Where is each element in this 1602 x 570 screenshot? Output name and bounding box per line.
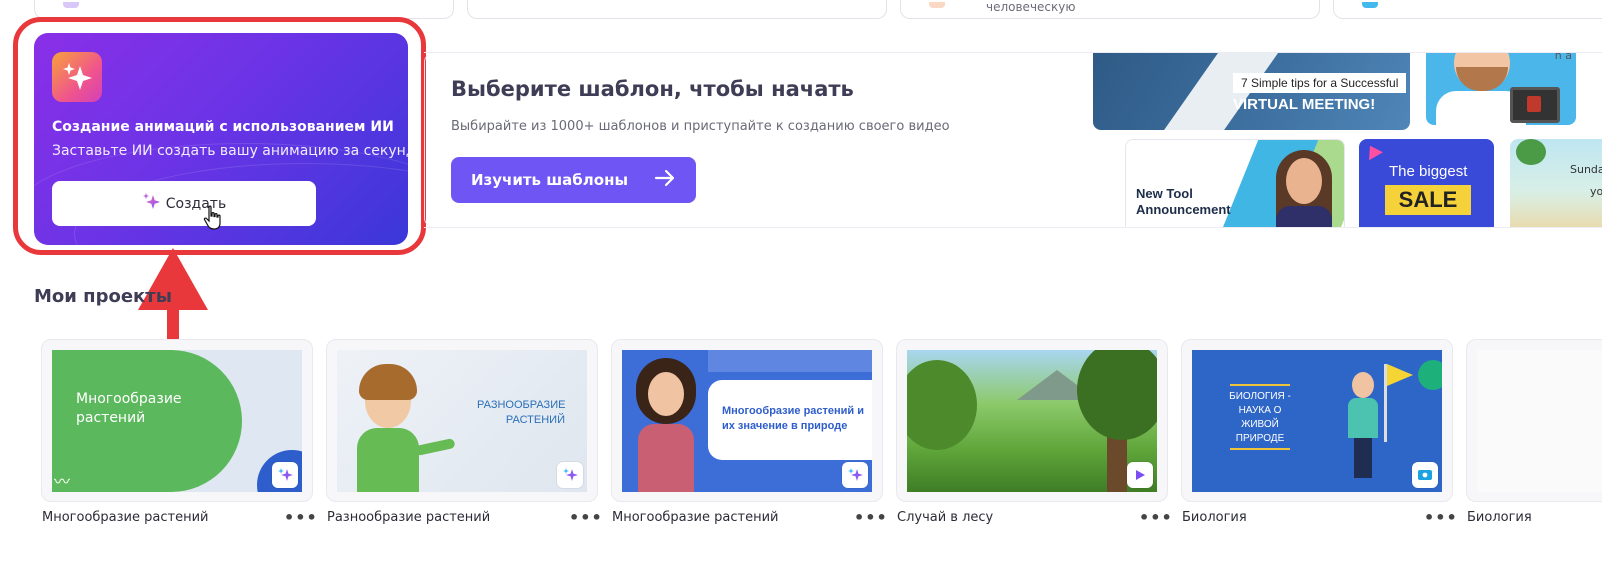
character-shirt	[357, 428, 419, 492]
thumb-text-line: yo	[1590, 185, 1602, 198]
character-face	[1286, 158, 1322, 204]
thumb-text: New Tool Announcement	[1136, 186, 1231, 217]
project-thumbnail: Многообразие растений и их значение в пр…	[622, 350, 872, 492]
template-card-top-4[interactable]	[1333, 0, 1602, 19]
thumb-text: БИОЛОГИЯ - НАУКА О ЖИВОЙ ПРИРОДЕ	[1229, 391, 1291, 444]
project-card[interactable]	[896, 339, 1168, 502]
ai-sparkle-icon	[272, 462, 298, 488]
template-thumb-sunday[interactable]: Sunda yo	[1510, 139, 1602, 227]
thumb-text: Многообразие растений и их значение в пр…	[722, 405, 865, 432]
thumb-text-line: Sunda	[1570, 163, 1602, 176]
ai-sparkle-icon	[557, 462, 583, 488]
template-thumb-sale[interactable]: The biggest SALE	[1359, 139, 1494, 227]
card-chip	[929, 2, 945, 8]
thumb-text: Многообразие растений	[76, 391, 182, 426]
character-body	[1276, 206, 1332, 227]
thumb-line	[1230, 384, 1290, 386]
templates-subtitle: Выбирайте из 1000+ шаблонов и приступайт…	[451, 119, 950, 134]
more-options-button[interactable]: •••	[854, 508, 888, 527]
project-card[interactable]: БИОЛОГИЯ - НАУКА О ЖИВОЙ ПРИРОДЕ	[1181, 339, 1453, 502]
character-beard	[1456, 67, 1508, 91]
thumb-text: Sunda yo	[1570, 159, 1602, 203]
ai-card-title: Создание анимаций с использованием ИИ	[52, 119, 394, 135]
templates-banner: Выберите шаблон, чтобы начать Выбирайте …	[424, 52, 1602, 228]
project-card[interactable]	[1466, 339, 1602, 502]
character-shirt	[1348, 398, 1378, 438]
thumb-text: n a	[1554, 53, 1572, 62]
sparkles-icon	[142, 192, 160, 215]
template-card-top-3[interactable]: человеческую	[900, 0, 1320, 19]
project-thumbnail: Многообразие растений 〰	[52, 350, 302, 492]
character-jacket	[638, 424, 694, 492]
more-options-button[interactable]: •••	[284, 508, 318, 527]
thumb-title: SALE	[1385, 185, 1471, 215]
project-name: Биология	[1182, 510, 1247, 525]
thumb-shape	[1418, 360, 1442, 390]
template-thumb-presenter[interactable]: n a	[1426, 53, 1576, 125]
template-card-top-1[interactable]	[34, 0, 454, 19]
project-name: Многообразие растений	[612, 510, 779, 525]
thumb-line	[1230, 448, 1290, 450]
create-button[interactable]: Создать	[52, 181, 316, 226]
template-thumb-announcement[interactable]: New Tool Announcement	[1125, 139, 1345, 227]
thumb-text: РАЗНООБРАЗИЕ РАСТЕНИЙ	[477, 399, 566, 426]
more-options-button[interactable]: •••	[1424, 508, 1458, 527]
project-name: Разнообразие растений	[327, 510, 491, 525]
thumb-title: VIRTUAL MEETING!	[1233, 96, 1376, 113]
flag-icon	[1387, 364, 1413, 386]
thumb-band	[708, 350, 872, 372]
ai-card-subtitle: Заставьте ИИ создать вашу анимацию за се…	[52, 143, 408, 159]
more-options-button[interactable]: •••	[1139, 508, 1173, 527]
ai-sparkle-icon	[842, 462, 868, 488]
project-name: Многообразие растений	[42, 510, 209, 525]
explore-templates-label: Изучить шаблоны	[471, 171, 629, 189]
sparkles-icon	[52, 52, 102, 102]
video-icon	[1127, 462, 1153, 488]
arrow-right-icon	[654, 169, 676, 191]
decor-triangle	[1363, 141, 1383, 161]
project-card[interactable]: Многообразие растений 〰	[41, 339, 313, 502]
my-projects-title: Мои проекты	[34, 286, 172, 307]
templates-title: Выберите шаблон, чтобы начать	[451, 77, 854, 101]
explore-templates-button[interactable]: Изучить шаблоны	[451, 157, 696, 203]
project-card[interactable]: Многообразие растений и их значение в пр…	[611, 339, 883, 502]
project-thumbnail: РАЗНООБРАЗИЕ РАСТЕНИЙ	[337, 350, 587, 492]
project-card[interactable]: РАЗНООБРАЗИЕ РАСТЕНИЙ	[326, 339, 598, 502]
card-chip	[1362, 2, 1378, 8]
squiggle-icon: 〰	[54, 472, 71, 491]
project-name: Случай в лесу	[897, 510, 994, 525]
thumb-bg	[1477, 350, 1602, 492]
project-name: Биология	[1467, 510, 1532, 525]
card-chip	[63, 2, 79, 8]
project-thumbnail	[907, 350, 1157, 492]
project-thumbnail	[1477, 350, 1602, 492]
template-card-top-2[interactable]	[467, 0, 887, 19]
character-legs	[1354, 438, 1372, 478]
presentation-icon	[1412, 462, 1438, 488]
panel-edge	[424, 53, 433, 227]
template-thumb-virtual-meeting[interactable]: 7 Simple tips for a Successful VIRTUAL M…	[1093, 53, 1410, 130]
thumb-tag: 7 Simple tips for a Successful	[1233, 73, 1407, 93]
thumb-text: The biggest	[1389, 163, 1468, 180]
project-thumbnail: БИОЛОГИЯ - НАУКА О ЖИВОЙ ПРИРОДЕ	[1192, 350, 1442, 492]
card-text: человеческую	[986, 0, 1076, 14]
character-head	[1352, 372, 1374, 398]
palm-icon	[1516, 139, 1546, 165]
tablet-icon	[1510, 87, 1560, 123]
more-options-button[interactable]: •••	[569, 508, 603, 527]
hand-cursor-icon	[203, 205, 223, 235]
character-face	[648, 372, 684, 416]
